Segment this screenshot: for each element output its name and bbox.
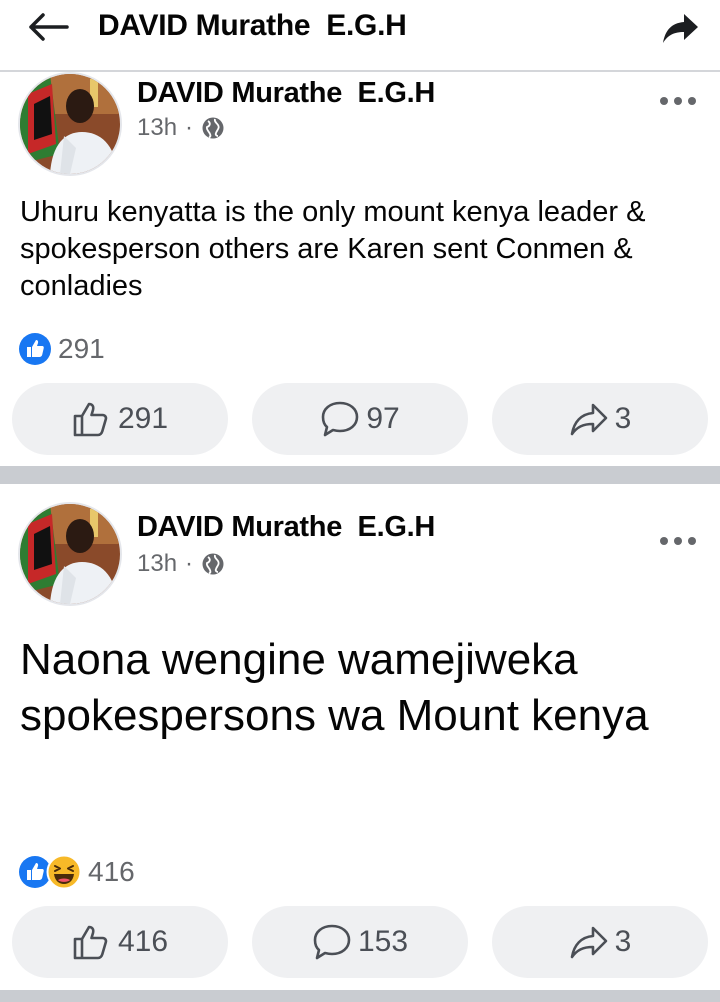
top-bar: DAVID Murathe E.G.H bbox=[0, 0, 720, 72]
share-arrow-icon bbox=[570, 926, 607, 959]
post-divider bbox=[0, 990, 720, 1002]
comment-button[interactable]: 97 bbox=[252, 383, 468, 455]
more-options-button[interactable] bbox=[658, 526, 698, 547]
post-meta: 13h · bbox=[137, 114, 225, 142]
thumbs-up-icon bbox=[73, 925, 108, 960]
haha-reaction-icon bbox=[46, 854, 82, 890]
like-button[interactable]: 291 bbox=[12, 383, 228, 455]
post-time[interactable]: 13h bbox=[137, 550, 177, 578]
page-title: DAVID Murathe E.G.H bbox=[98, 9, 407, 42]
more-icon bbox=[660, 537, 696, 545]
meta-separator: · bbox=[185, 550, 194, 577]
comment-button[interactable]: 153 bbox=[252, 906, 468, 978]
back-button[interactable] bbox=[22, 10, 72, 44]
globe-icon bbox=[202, 553, 224, 575]
post-time[interactable]: 13h bbox=[137, 114, 177, 142]
like-count: 291 bbox=[117, 402, 169, 435]
comment-icon bbox=[313, 924, 351, 960]
comment-count: 97 bbox=[366, 402, 400, 435]
more-icon bbox=[660, 97, 696, 105]
avatar[interactable] bbox=[18, 72, 122, 176]
like-count: 416 bbox=[117, 925, 169, 958]
reaction-count: 291 bbox=[58, 333, 105, 364]
share-count: 3 bbox=[614, 402, 632, 435]
share-count: 3 bbox=[614, 925, 632, 958]
meta-separator: · bbox=[185, 114, 194, 141]
reaction-summary[interactable]: 291 bbox=[18, 332, 105, 366]
post-card: DAVID Murathe E.G.H 13h · Uhuru kenyatta… bbox=[0, 72, 720, 464]
avatar[interactable] bbox=[18, 502, 122, 606]
post-card: DAVID Murathe E.G.H 13h · Naona wengine … bbox=[0, 484, 720, 982]
post-meta: 13h · bbox=[137, 550, 225, 578]
comment-count: 153 bbox=[357, 925, 409, 958]
reaction-count: 416 bbox=[88, 856, 135, 887]
post-divider bbox=[0, 466, 720, 484]
share-arrow-icon bbox=[570, 403, 607, 436]
globe-icon bbox=[202, 117, 224, 139]
share-post-button[interactable]: 3 bbox=[492, 383, 708, 455]
like-reaction-icon bbox=[19, 333, 51, 365]
reaction-summary[interactable]: 416 bbox=[18, 854, 135, 890]
post-author[interactable]: DAVID Murathe E.G.H bbox=[137, 76, 435, 110]
thumbs-up-icon bbox=[73, 402, 108, 437]
comment-icon bbox=[322, 401, 359, 437]
share-icon bbox=[663, 14, 698, 43]
post-text: Uhuru kenyatta is the only mount kenya l… bbox=[20, 196, 646, 302]
post-author[interactable]: DAVID Murathe E.G.H bbox=[137, 510, 435, 544]
post-text: Naona wengine wamejiweka spokespersons w… bbox=[20, 635, 649, 740]
like-button[interactable]: 416 bbox=[12, 906, 228, 978]
share-post-button[interactable]: 3 bbox=[492, 906, 708, 978]
share-button[interactable] bbox=[660, 10, 700, 46]
back-arrow-icon bbox=[29, 13, 69, 41]
more-options-button[interactable] bbox=[658, 86, 698, 107]
